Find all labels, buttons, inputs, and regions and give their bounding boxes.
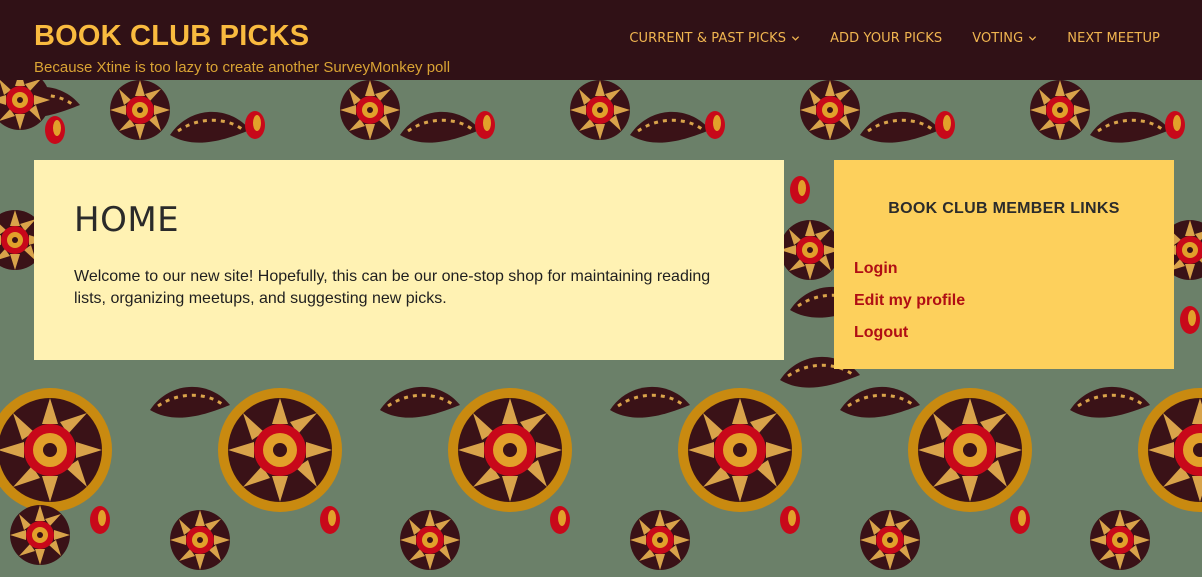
member-links-widget: BOOK CLUB MEMBER LINKS Login Edit my pro… (834, 160, 1174, 369)
nav-item-label: CURRENT & PAST PICKS (629, 31, 787, 46)
site-title[interactable]: BOOK CLUB PICKS (34, 18, 309, 54)
list-item: Edit my profile (854, 285, 1154, 317)
site-header: BOOK CLUB PICKS Because Xtine is too laz… (0, 0, 1202, 80)
page-title: HOME (74, 200, 180, 240)
main-nav: CURRENT & PAST PICKS ADD YOUR PICKS VOTI… (599, 31, 1160, 46)
nav-item-label: VOTING (972, 31, 1024, 46)
nav-item-label: ADD YOUR PICKS (830, 31, 943, 46)
list-item: Logout (854, 317, 1154, 349)
site-tagline: Because Xtine is too lazy to create anot… (34, 59, 451, 76)
list-item: Login (854, 253, 1154, 285)
page-body-text: Welcome to our new site! Hopefully, this… (74, 268, 711, 307)
nav-item-current-past-picks[interactable]: CURRENT & PAST PICKS (629, 31, 800, 46)
widget-title: BOOK CLUB MEMBER LINKS (888, 200, 1120, 217)
login-link[interactable]: Login (854, 260, 898, 277)
logout-link[interactable]: Logout (854, 324, 908, 341)
main-content-card: HOME Welcome to our new site! Hopefully,… (34, 160, 784, 360)
nav-item-add-your-picks[interactable]: ADD YOUR PICKS (830, 31, 942, 46)
chevron-down-icon (791, 36, 800, 41)
chevron-down-icon (1029, 36, 1037, 41)
nav-item-voting[interactable]: VOTING (972, 31, 1037, 46)
nav-item-label: NEXT MEETUP (1067, 31, 1160, 46)
edit-profile-link[interactable]: Edit my profile (854, 292, 965, 309)
member-links-list: Login Edit my profile Logout (854, 253, 1154, 349)
nav-item-next-meetup[interactable]: NEXT MEETUP (1067, 31, 1160, 46)
